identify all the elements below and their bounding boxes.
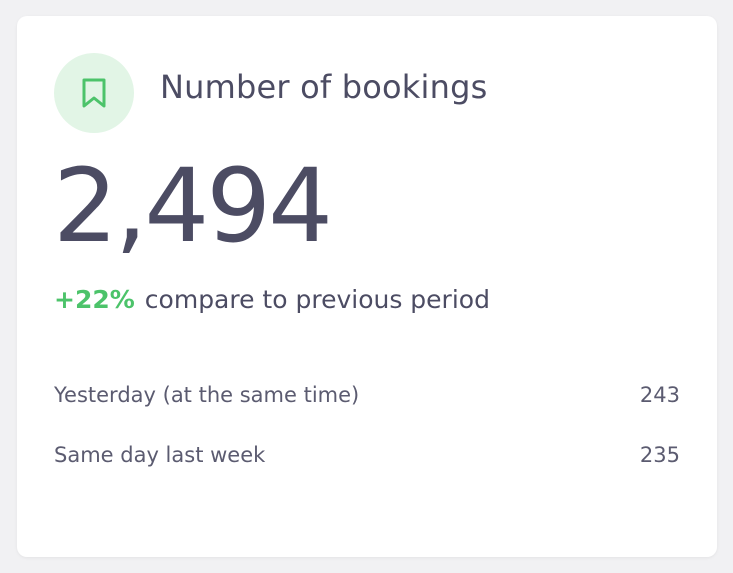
stat-row-last-week: Same day last week 235 bbox=[54, 443, 680, 467]
comparison-line: +22% compare to previous period bbox=[54, 285, 490, 314]
stat-row-yesterday: Yesterday (at the same time) 243 bbox=[54, 383, 680, 407]
bookmark-icon bbox=[82, 78, 106, 108]
stat-value: 235 bbox=[639, 443, 680, 467]
stat-label: Yesterday (at the same time) bbox=[54, 383, 360, 407]
bookings-card: Number of bookings 2,494 +22% compare to … bbox=[17, 16, 717, 557]
change-text: compare to previous period bbox=[144, 285, 490, 314]
stat-value: 243 bbox=[639, 383, 680, 407]
bookings-count: 2,494 bbox=[53, 147, 333, 266]
bookmark-icon-badge bbox=[54, 53, 134, 133]
card-title: Number of bookings bbox=[160, 68, 488, 106]
change-percent: +22% bbox=[54, 285, 135, 314]
stat-label: Same day last week bbox=[54, 443, 266, 467]
